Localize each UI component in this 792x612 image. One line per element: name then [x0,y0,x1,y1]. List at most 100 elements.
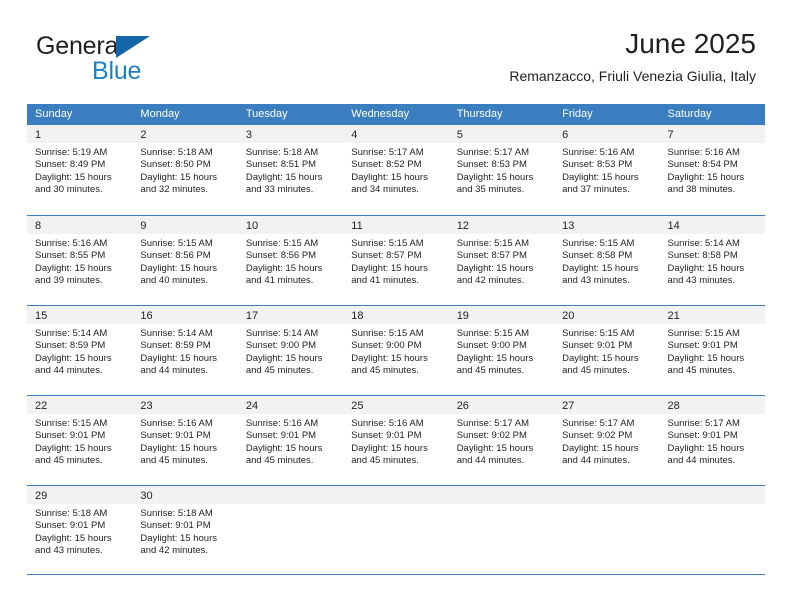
calendar-day-cell[interactable]: 7 Sunrise: 5:16 AM Sunset: 8:54 PM Dayli… [659,125,765,215]
sunrise-text: Sunrise: 5:17 AM [667,418,740,429]
calendar-day-cell[interactable]: 11 Sunrise: 5:15 AM Sunset: 8:57 PM Dayl… [343,216,449,305]
sunset-text: Sunset: 8:55 PM [35,250,106,262]
daylight-text: Daylight: 15 hours and 32 minutes. [140,171,217,196]
day-number: 6 [562,129,569,141]
calendar-day-cell[interactable]: 12 Sunrise: 5:15 AM Sunset: 8:57 PM Dayl… [448,216,555,305]
day-number: 10 [245,220,259,232]
sunrise-text: Sunrise: 5:17 AM [351,147,424,158]
day-number-band [659,486,765,504]
day-number-band: 22 [27,396,133,414]
calendar-day-cell[interactable]: 2 Sunrise: 5:18 AM Sunset: 8:50 PM Dayli… [132,125,238,215]
title-block: June 2025 Remanzacco, Friuli Venezia Giu… [509,28,756,85]
sunrise-text: Sunrise: 5:17 AM [456,418,530,429]
daylight-text: Daylight: 15 hours and 44 minutes. [35,352,112,377]
calendar-day-cell[interactable]: 9 Sunrise: 5:15 AM Sunset: 8:56 PM Dayli… [132,216,238,305]
calendar-day-cell[interactable]: 20 Sunrise: 5:15 AM Sunset: 9:01 PM Dayl… [554,306,660,395]
daylight-text: Daylight: 15 hours and 39 minutes. [35,262,112,287]
calendar-day-cell[interactable]: 17 Sunrise: 5:14 AM Sunset: 9:00 PM Dayl… [237,306,344,395]
day-details: Sunrise: 5:17 AM Sunset: 9:02 PM Dayligh… [554,414,659,468]
day-number: 14 [667,220,680,232]
daylight-text: Daylight: 15 hours and 43 minutes. [667,262,745,287]
daylight-text: Daylight: 15 hours and 45 minutes. [351,352,428,377]
sunrise-text: Sunrise: 5:18 AM [35,508,108,519]
weekday-header-friday: Friday [562,108,593,120]
calendar-day-cell[interactable]: 10 Sunrise: 5:15 AM Sunset: 8:56 PM Dayl… [237,216,344,305]
calendar-day-cell[interactable]: 4 Sunrise: 5:17 AM Sunset: 8:52 PM Dayli… [343,125,449,215]
day-number-band: 16 [132,306,238,324]
sunset-text: Sunset: 9:00 PM [245,340,317,352]
daylight-text: Daylight: 15 hours and 45 minutes. [667,352,745,377]
day-number: 9 [140,220,147,232]
day-number: 23 [140,400,153,412]
day-number-band: 12 [448,216,555,234]
sunrise-text: Sunrise: 5:15 AM [245,238,319,249]
day-number-band: 14 [659,216,765,234]
sunset-text: Sunset: 8:51 PM [245,159,317,171]
sunset-text: Sunset: 8:56 PM [140,250,211,262]
day-number-band [237,486,344,504]
sunset-text: Sunset: 8:50 PM [140,159,211,171]
day-number: 22 [35,400,48,412]
calendar-day-cell[interactable]: 22 Sunrise: 5:15 AM Sunset: 9:01 PM Dayl… [27,396,133,485]
day-details: Sunrise: 5:16 AM Sunset: 8:53 PM Dayligh… [554,143,659,197]
day-number-band: 6 [554,125,660,143]
weekday-header-thursday: Thursday [456,108,503,120]
sunrise-text: Sunrise: 5:15 AM [140,238,213,249]
page-subtitle: Remanzacco, Friuli Venezia Giulia, Italy [509,68,756,85]
calendar-day-cell[interactable]: 3 Sunrise: 5:18 AM Sunset: 8:51 PM Dayli… [237,125,344,215]
sunrise-text: Sunrise: 5:15 AM [35,418,108,429]
sunrise-text: Sunrise: 5:17 AM [562,418,635,429]
day-number-band: 2 [132,125,238,143]
day-details: Sunrise: 5:14 AM Sunset: 8:59 PM Dayligh… [132,324,237,378]
calendar-day-cell[interactable]: 23 Sunrise: 5:16 AM Sunset: 9:01 PM Dayl… [132,396,238,485]
calendar-day-cell[interactable]: 13 Sunrise: 5:15 AM Sunset: 8:58 PM Dayl… [554,216,660,305]
sunset-text: Sunset: 9:01 PM [35,520,106,532]
sunset-text: Sunset: 8:59 PM [140,340,211,352]
calendar-day-cell[interactable]: 15 Sunrise: 5:14 AM Sunset: 8:59 PM Dayl… [27,306,133,395]
calendar-day-cell[interactable]: 19 Sunrise: 5:15 AM Sunset: 9:00 PM Dayl… [448,306,555,395]
calendar-day-cell[interactable]: 5 Sunrise: 5:17 AM Sunset: 8:53 PM Dayli… [448,125,555,215]
day-number-band [448,486,555,504]
calendar-day-cell[interactable]: 8 Sunrise: 5:16 AM Sunset: 8:55 PM Dayli… [27,216,133,305]
day-number: 20 [562,310,575,322]
day-number-band [343,486,449,504]
day-number: 7 [667,129,674,141]
sunset-text: Sunset: 9:01 PM [35,430,106,442]
sunrise-text: Sunrise: 5:16 AM [351,418,424,429]
daylight-text: Daylight: 15 hours and 38 minutes. [667,171,745,196]
calendar-day-cell[interactable]: 21 Sunrise: 5:15 AM Sunset: 9:01 PM Dayl… [659,306,765,395]
calendar-day-cell[interactable]: 30 Sunrise: 5:18 AM Sunset: 9:01 PM Dayl… [132,486,238,574]
sunrise-text: Sunrise: 5:16 AM [667,147,740,158]
calendar-day-cell[interactable]: 16 Sunrise: 5:14 AM Sunset: 8:59 PM Dayl… [132,306,238,395]
calendar-day-cell[interactable]: 28 Sunrise: 5:17 AM Sunset: 9:01 PM Dayl… [659,396,765,485]
day-details: Sunrise: 5:18 AM Sunset: 9:01 PM Dayligh… [132,504,237,558]
sunset-text: Sunset: 9:01 PM [245,430,317,442]
calendar-day-cell[interactable]: 1 Sunrise: 5:19 AM Sunset: 8:49 PM Dayli… [27,125,133,215]
day-number: 24 [245,400,259,412]
calendar-day-cell[interactable]: 14 Sunrise: 5:14 AM Sunset: 8:58 PM Dayl… [659,216,765,305]
day-number-band: 4 [343,125,449,143]
calendar-day-cell[interactable]: 29 Sunrise: 5:18 AM Sunset: 9:01 PM Dayl… [27,486,133,574]
calendar-day-cell[interactable]: 24 Sunrise: 5:16 AM Sunset: 9:01 PM Dayl… [237,396,344,485]
day-details: Sunrise: 5:16 AM Sunset: 8:55 PM Dayligh… [27,234,132,288]
calendar-day-cell[interactable]: 6 Sunrise: 5:16 AM Sunset: 8:53 PM Dayli… [554,125,660,215]
generalblue-logo[interactable]: General Blue [36,34,256,90]
daylight-text: Daylight: 15 hours and 34 minutes. [351,171,428,196]
day-number: 3 [245,129,252,141]
day-number: 12 [456,220,469,232]
sunset-text: Sunset: 9:00 PM [456,340,527,352]
calendar-day-cell[interactable]: 25 Sunrise: 5:16 AM Sunset: 9:01 PM Dayl… [343,396,449,485]
calendar-day-cell[interactable]: 18 Sunrise: 5:15 AM Sunset: 9:00 PM Dayl… [343,306,449,395]
daylight-text: Daylight: 15 hours and 44 minutes. [562,442,639,467]
day-number: 15 [35,310,48,322]
day-number-band: 15 [27,306,133,324]
calendar-day-cell[interactable]: 26 Sunrise: 5:17 AM Sunset: 9:02 PM Dayl… [448,396,555,485]
day-details: Sunrise: 5:15 AM Sunset: 8:57 PM Dayligh… [343,234,448,288]
page-title: June 2025 [625,28,756,59]
day-number: 25 [351,400,364,412]
daylight-text: Daylight: 15 hours and 45 minutes. [351,442,428,467]
day-number-band: 3 [237,125,344,143]
calendar-day-cell[interactable]: 27 Sunrise: 5:17 AM Sunset: 9:02 PM Dayl… [554,396,660,485]
day-number: 26 [456,400,469,412]
sunrise-text: Sunrise: 5:14 AM [35,328,108,339]
